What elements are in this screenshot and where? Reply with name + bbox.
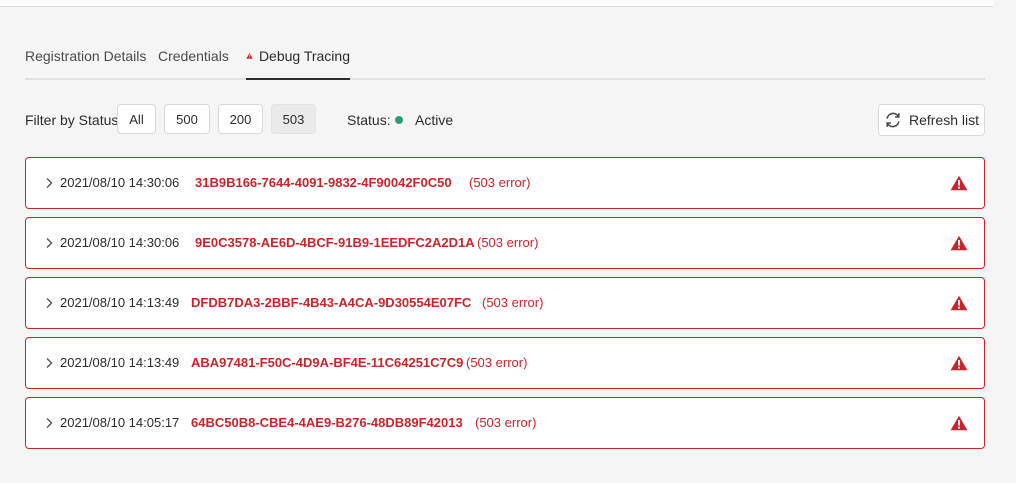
filter-option-label: All <box>129 111 144 127</box>
alert-icon <box>950 295 968 311</box>
trace-id: 31B9B166-7644-4091-9832-4F90042F0C50 <box>195 175 452 190</box>
filter-label: Filter by Status: <box>25 112 123 128</box>
tab-debug-tracing[interactable]: Debug Tracing <box>246 34 350 80</box>
filter-200-button[interactable]: 200 <box>218 104 263 134</box>
trace-id: 64BC50B8-CBE4-4AE9-B276-48DB89F42013 <box>191 415 463 430</box>
status-label: Status: <box>347 112 391 128</box>
filter-all-button[interactable]: All <box>117 104 156 134</box>
top-card <box>0 0 993 7</box>
trace-error: (503 error) <box>475 415 537 430</box>
trace-error: (503 error) <box>469 175 531 190</box>
trace-list: 2021/08/10 14:30:06 31B9B166-7644-4091-9… <box>25 157 985 457</box>
trace-row[interactable]: 2021/08/10 14:13:49 ABA97481-F50C-4D9A-B… <box>25 337 985 389</box>
trace-row[interactable]: 2021/08/10 14:30:06 31B9B166-7644-4091-9… <box>25 157 985 209</box>
status-dot <box>395 116 403 124</box>
trace-timestamp: 2021/08/10 14:30:06 <box>60 235 180 250</box>
alert-icon <box>246 53 253 59</box>
trace-row[interactable]: 2021/08/10 14:05:17 64BC50B8-CBE4-4AE9-B… <box>25 397 985 449</box>
trace-row[interactable]: 2021/08/10 14:13:49 DFDB7DA3-2BBF-4B43-A… <box>25 277 985 329</box>
filter-option-label: 500 <box>176 111 198 127</box>
refresh-icon <box>886 112 900 128</box>
trace-row[interactable]: 2021/08/10 14:30:06 9E0C3578-AE6D-4BCF-9… <box>25 217 985 269</box>
chevron-right-icon[interactable] <box>44 177 54 189</box>
trace-error: (503 error) <box>466 355 528 370</box>
alert-icon <box>950 235 968 251</box>
trace-error: (503 error) <box>482 295 544 310</box>
trace-id: ABA97481-F50C-4D9A-BF4E-11C64251C7C9 <box>191 355 464 370</box>
status-value: Active <box>415 112 454 128</box>
filter-option-label: 200 <box>229 111 252 127</box>
tab-label: Credentials <box>158 48 229 64</box>
filter-option-label: 503 <box>282 111 305 127</box>
tab-credentials[interactable]: Credentials <box>158 34 229 78</box>
refresh-list-button[interactable]: Refresh list <box>878 104 985 136</box>
trace-timestamp: 2021/08/10 14:05:17 <box>60 415 180 430</box>
trace-id: DFDB7DA3-2BBF-4B43-A4CA-9D30554E07FC <box>191 295 472 310</box>
tab-registration-details[interactable]: Registration Details <box>25 34 146 78</box>
chevron-right-icon[interactable] <box>44 417 54 429</box>
refresh-label: Refresh list <box>908 112 980 128</box>
chevron-right-icon[interactable] <box>44 357 54 369</box>
trace-error: (503 error) <box>477 235 539 250</box>
alert-icon <box>950 355 968 371</box>
tab-bar: Registration Details Credentials Debug T… <box>25 34 985 80</box>
filter-bar: Filter by Status: All 500 200 503 Status… <box>25 104 985 136</box>
trace-timestamp: 2021/08/10 14:30:06 <box>60 175 180 190</box>
alert-icon <box>950 415 968 431</box>
trace-id: 9E0C3578-AE6D-4BCF-91B9-1EEDFC2A2D1A <box>195 235 475 250</box>
filter-503-button[interactable]: 503 <box>271 104 316 134</box>
tab-label: Registration Details <box>25 48 147 64</box>
chevron-right-icon[interactable] <box>44 297 54 309</box>
chevron-right-icon[interactable] <box>44 237 54 249</box>
filter-500-button[interactable]: 500 <box>164 104 210 134</box>
trace-timestamp: 2021/08/10 14:13:49 <box>60 295 180 310</box>
trace-timestamp: 2021/08/10 14:13:49 <box>60 355 180 370</box>
alert-icon <box>950 175 968 191</box>
tab-label: Debug Tracing <box>258 48 350 64</box>
